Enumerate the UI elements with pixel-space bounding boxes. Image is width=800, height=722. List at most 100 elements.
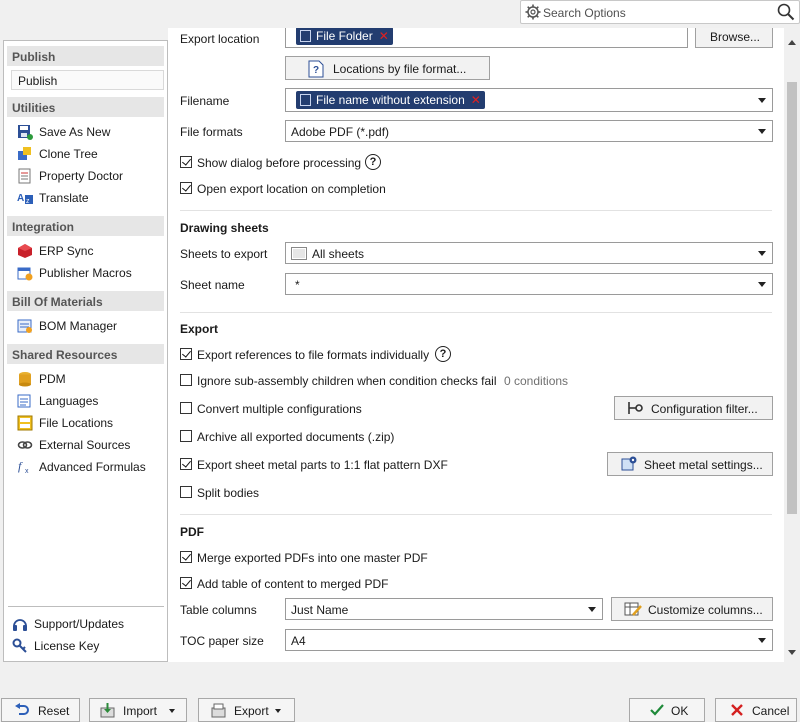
sidebar-item-label: PDM xyxy=(39,372,66,386)
show-dialog-checkbox[interactable] xyxy=(180,156,192,168)
sidebar-item-external-sources[interactable]: External Sources xyxy=(17,435,167,455)
sidebar-item-erp-sync[interactable]: ERP Sync xyxy=(17,241,167,261)
convert-configurations-label: Convert multiple configurations xyxy=(197,402,362,416)
sidebar-item-label: Translate xyxy=(39,191,89,205)
bom-manager-icon xyxy=(17,318,33,334)
filename-token[interactable]: File name without extension ✕ xyxy=(296,91,485,109)
split-bodies-checkbox[interactable] xyxy=(180,486,192,498)
file-icon xyxy=(300,94,311,106)
help-icon[interactable]: ? xyxy=(365,154,381,170)
locations-by-file-format-button[interactable]: ? Locations by file format... xyxy=(285,56,490,80)
section-publish: Publish xyxy=(7,46,164,66)
sheets-to-export-label: Sheets to export xyxy=(180,247,268,261)
chevron-down-icon xyxy=(169,709,175,713)
sheet-metal-label: Export sheet metal parts to 1:1 flat pat… xyxy=(197,458,448,472)
sidebar-item-label: Support/Updates xyxy=(34,617,125,631)
sidebar-item-translate[interactable]: Az Translate xyxy=(17,188,167,208)
sidebar-item-label: File Locations xyxy=(39,416,114,430)
headset-icon xyxy=(12,616,28,632)
sidebar-item-file-locations[interactable]: File Locations xyxy=(17,413,167,433)
search-icon[interactable] xyxy=(777,3,795,24)
merge-pdfs-checkbox[interactable] xyxy=(180,551,192,563)
sidebar-item-save-as-new[interactable]: Save As New xyxy=(17,122,167,142)
ok-button[interactable]: OK xyxy=(629,698,705,722)
chevron-down-icon[interactable] xyxy=(758,98,766,103)
filename-field[interactable]: File name without extension ✕ xyxy=(285,88,773,112)
scrollbar-thumb[interactable] xyxy=(787,82,797,514)
key-icon xyxy=(12,638,28,654)
split-bodies-label: Split bodies xyxy=(197,486,260,500)
customize-columns-label: Customize columns... xyxy=(648,603,763,617)
chevron-down-icon xyxy=(275,709,281,713)
svg-text:?: ? xyxy=(313,65,319,76)
check-icon xyxy=(650,704,664,719)
sheet-metal-settings-button[interactable]: Sheet metal settings... xyxy=(607,452,773,476)
sidebar-item-property-doctor[interactable]: Property Doctor xyxy=(17,166,167,186)
sheet-name-input[interactable]: * xyxy=(285,273,773,295)
conditions-count[interactable]: 0 conditions xyxy=(504,374,568,388)
license-key-link[interactable]: License Key xyxy=(12,636,162,656)
section-utilities: Utilities xyxy=(7,97,164,117)
sidebar-item-publisher-macros[interactable]: Publisher Macros xyxy=(17,263,167,283)
sidebar-item-label: Advanced Formulas xyxy=(39,460,146,474)
sidebar-item-clone-tree[interactable]: Clone Tree xyxy=(17,144,167,164)
convert-configurations-checkbox[interactable] xyxy=(180,402,192,414)
sheets-to-export-select[interactable]: All sheets xyxy=(285,242,773,264)
configuration-filter-button[interactable]: Configuration filter... xyxy=(614,396,773,420)
table-columns-value: Just Name xyxy=(291,603,349,617)
scroll-down-arrow[interactable] xyxy=(788,650,796,655)
sidebar-item-advanced-formulas[interactable]: fx Advanced Formulas xyxy=(17,457,167,477)
browse-button[interactable]: Browse... xyxy=(695,28,773,48)
help-icon[interactable]: ? xyxy=(435,346,451,362)
sidebar-item-pdm[interactable]: PDM xyxy=(17,369,167,389)
pdm-icon xyxy=(17,371,33,387)
export-location-field[interactable]: File Folder ✕ xyxy=(285,28,688,48)
add-toc-checkbox[interactable] xyxy=(180,577,192,589)
scroll-up-arrow[interactable] xyxy=(788,40,796,45)
sheet-metal-checkbox[interactable] xyxy=(180,458,192,470)
reset-button[interactable]: Reset xyxy=(1,698,80,722)
property-doctor-icon xyxy=(17,168,33,184)
chevron-down-icon[interactable] xyxy=(758,282,766,287)
chevron-down-icon[interactable] xyxy=(588,607,596,612)
svg-text:f: f xyxy=(18,459,23,473)
import-label: Import xyxy=(123,704,158,718)
chevron-down-icon[interactable] xyxy=(758,129,766,134)
support-updates-link[interactable]: Support/Updates xyxy=(12,614,162,634)
import-button[interactable]: Import xyxy=(89,698,187,722)
export-button[interactable]: Export xyxy=(198,698,295,722)
cancel-label: Cancel xyxy=(752,704,790,718)
vertical-scrollbar[interactable] xyxy=(784,28,800,662)
sidebar-item-bom-manager[interactable]: BOM Manager xyxy=(17,316,167,336)
external-sources-icon xyxy=(17,437,33,453)
sidebar-item-label: License Key xyxy=(34,639,100,653)
browse-label: Browse... xyxy=(710,30,761,44)
file-formats-value: Adobe PDF (*.pdf) xyxy=(291,125,390,139)
file-formats-select[interactable]: Adobe PDF (*.pdf) xyxy=(285,120,773,142)
toc-paper-size-select[interactable]: A4 xyxy=(285,629,773,651)
sidebar-item-publish[interactable]: Publish xyxy=(11,70,164,90)
filter-icon xyxy=(627,400,645,419)
sidebar-item-languages[interactable]: Languages xyxy=(17,391,167,411)
export-references-label: Export references to file formats indivi… xyxy=(197,348,430,362)
open-location-checkbox[interactable] xyxy=(180,182,192,194)
token-label: File Folder xyxy=(316,29,373,43)
search-input[interactable]: Search Options xyxy=(543,6,626,20)
gear-icon[interactable] xyxy=(525,4,541,23)
chevron-down-icon[interactable] xyxy=(758,251,766,256)
cancel-button[interactable]: Cancel xyxy=(715,698,797,722)
chevron-down-icon[interactable] xyxy=(758,638,766,643)
export-location-label: Export location xyxy=(180,32,260,46)
sidebar-item-label: Publisher Macros xyxy=(39,266,132,280)
export-label: Export xyxy=(234,704,269,718)
search-box[interactable]: Search Options xyxy=(520,0,800,24)
archive-checkbox[interactable] xyxy=(180,430,192,442)
customize-columns-button[interactable]: Customize columns... xyxy=(611,597,773,621)
file-folder-token[interactable]: File Folder ✕ xyxy=(296,28,393,45)
remove-icon[interactable]: ✕ xyxy=(471,93,481,107)
table-columns-select[interactable]: Just Name xyxy=(285,598,603,620)
export-references-checkbox[interactable] xyxy=(180,348,192,360)
ignore-subassembly-checkbox[interactable] xyxy=(180,374,192,386)
remove-icon[interactable]: ✕ xyxy=(379,29,389,43)
section-shared-resources: Shared Resources xyxy=(7,344,164,364)
